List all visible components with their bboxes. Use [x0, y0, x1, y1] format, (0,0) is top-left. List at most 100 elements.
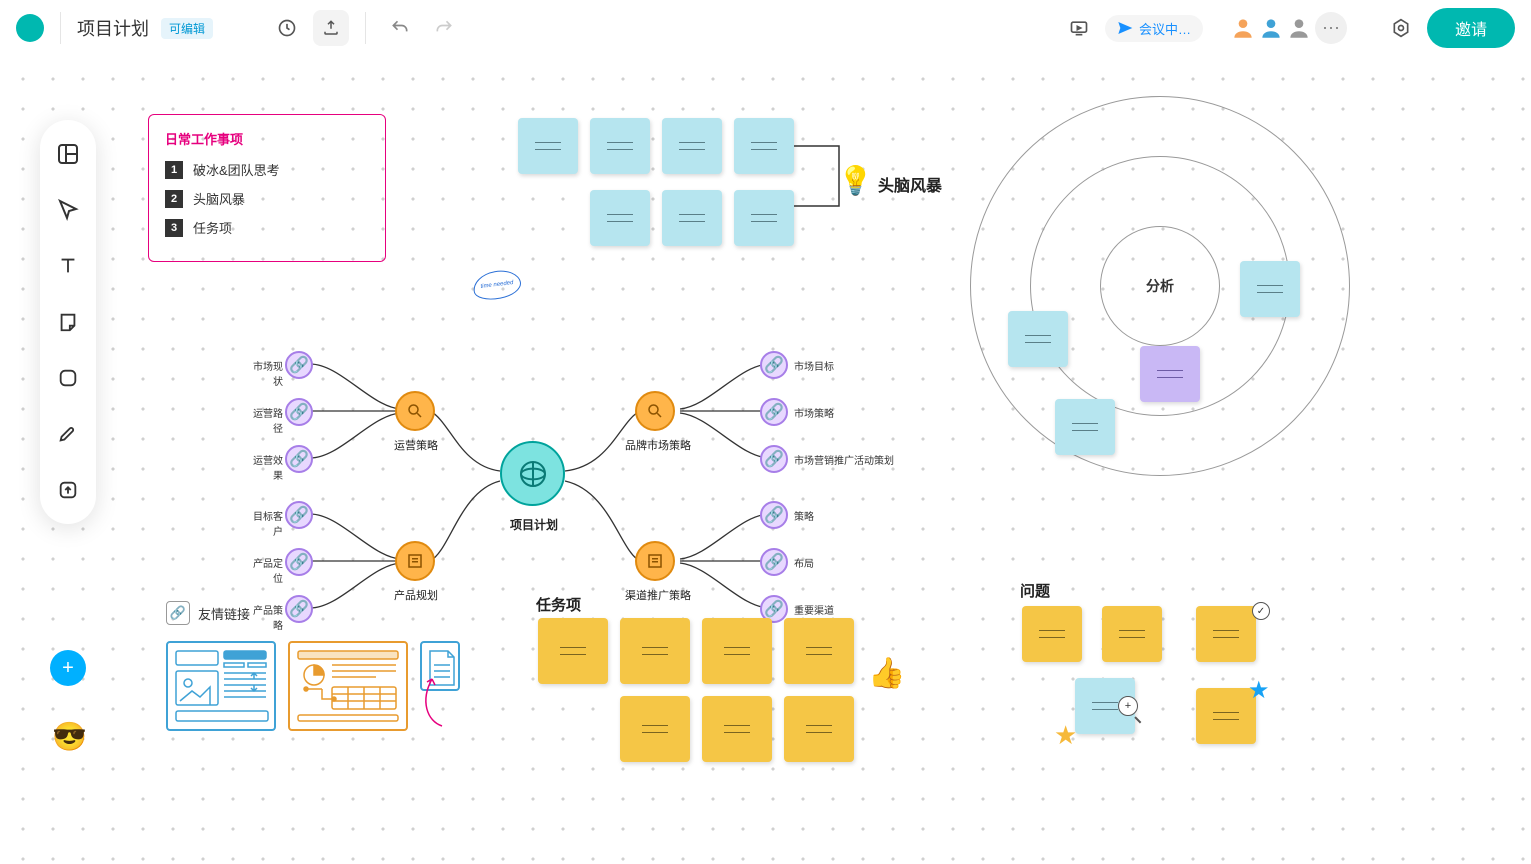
- text-tool-icon[interactable]: [54, 252, 82, 280]
- board-title[interactable]: 项目计划: [77, 15, 149, 41]
- collaborators[interactable]: ⋯: [1231, 12, 1347, 44]
- wireframe-card[interactable]: [166, 641, 276, 731]
- agenda-item-2[interactable]: 2 头脑风暴: [165, 189, 369, 208]
- sticky-tool-icon[interactable]: [54, 308, 82, 336]
- tasks-section-label: 任务项: [536, 594, 581, 615]
- mindmap-leaf-node[interactable]: 🔗: [760, 398, 788, 426]
- sticky-note[interactable]: [1022, 606, 1082, 662]
- undo-icon[interactable]: [382, 10, 418, 46]
- sticky-note[interactable]: [1140, 346, 1200, 402]
- sticky-note[interactable]: [518, 118, 578, 174]
- agenda-item-3[interactable]: 3 任务项: [165, 218, 369, 237]
- sticky-note[interactable]: [662, 118, 722, 174]
- thumbs-up-icon[interactable]: 👍: [868, 656, 905, 691]
- mindmap-branch-node[interactable]: [635, 541, 675, 581]
- sticky-note[interactable]: [590, 118, 650, 174]
- upload-tool-icon[interactable]: [54, 476, 82, 504]
- mindmap-leaf-label: 策略: [794, 508, 814, 523]
- lightbulb-icon[interactable]: 💡: [838, 164, 873, 197]
- template-tool-icon[interactable]: [54, 140, 82, 168]
- sticky-note[interactable]: [734, 190, 794, 246]
- sticky-note[interactable]: [702, 618, 772, 684]
- divider: [60, 12, 61, 44]
- meeting-status[interactable]: 会议中…: [1105, 15, 1203, 42]
- add-comment-button[interactable]: +: [50, 650, 86, 686]
- agenda-text: 任务项: [193, 218, 232, 237]
- zoom-icon[interactable]: +: [1118, 696, 1138, 716]
- number-badge: 2: [165, 190, 183, 208]
- check-icon[interactable]: ✓: [1252, 602, 1270, 620]
- sticky-note[interactable]: [1102, 606, 1162, 662]
- sticky-note[interactable]: [590, 190, 650, 246]
- shape-tool-icon[interactable]: [54, 364, 82, 392]
- draw-tool-icon[interactable]: [54, 420, 82, 448]
- mindmap-leaf-node[interactable]: 🔗: [285, 445, 313, 473]
- wireframe-card[interactable]: [288, 641, 408, 731]
- mindmap-leaf-node[interactable]: 🔗: [285, 548, 313, 576]
- mindmap-branch-label: 运营策略: [393, 437, 439, 453]
- sticky-note[interactable]: [702, 696, 772, 762]
- top-toolbar: 项目计划 可编辑 会议中… ⋯ 邀请: [0, 0, 1531, 56]
- history-icon[interactable]: [269, 10, 305, 46]
- mindmap-leaf-node[interactable]: 🔗: [760, 548, 788, 576]
- agenda-item-1[interactable]: 1破冰&团队思考: [165, 160, 369, 179]
- redo-icon[interactable]: [426, 10, 462, 46]
- mindmap-leaf-label: 市场现状: [245, 358, 283, 388]
- sticky-note[interactable]: [1008, 311, 1068, 367]
- mindmap-leaf-label: 市场目标: [794, 358, 834, 373]
- select-tool-icon[interactable]: [54, 196, 82, 224]
- export-icon[interactable]: [313, 10, 349, 46]
- mindmap-leaf-label: 重要渠道: [794, 602, 834, 617]
- mindmap-leaf-node[interactable]: 🔗: [285, 351, 313, 379]
- mindmap-leaf-node[interactable]: 🔗: [285, 501, 313, 529]
- sticky-note[interactable]: [1196, 688, 1256, 744]
- edit-status-badge[interactable]: 可编辑: [161, 18, 213, 39]
- mindmap-diagram[interactable]: 项目计划 运营策略 产品规划 品牌市场策略 渠道推广策略 🔗市场现状 🔗运营路径…: [200, 291, 900, 641]
- sticky-note[interactable]: [784, 618, 854, 684]
- mindmap-leaf-node[interactable]: 🔗: [760, 445, 788, 473]
- mindmap-leaf-label: 运营路径: [245, 405, 283, 435]
- sticky-note[interactable]: [662, 190, 722, 246]
- star-icon[interactable]: ★: [1054, 720, 1077, 751]
- annotation-text: time needed: [480, 280, 514, 290]
- app-logo[interactable]: [16, 14, 44, 42]
- number-badge: 1: [165, 161, 183, 179]
- arrow-icon: [412, 671, 452, 731]
- mindmap-leaf-label: 目标客户: [245, 508, 283, 538]
- mindmap-branch-node[interactable]: [635, 391, 675, 431]
- mindmap-center-node[interactable]: [500, 441, 565, 506]
- sticky-note[interactable]: [1055, 399, 1115, 455]
- mindmap-leaf-label: 市场策略: [794, 405, 834, 420]
- more-users-icon[interactable]: ⋯: [1315, 12, 1347, 44]
- sticky-note[interactable]: [1240, 261, 1300, 317]
- sticky-note[interactable]: [734, 118, 794, 174]
- sticky-note[interactable]: [784, 696, 854, 762]
- mindmap-leaf-label: 布局: [794, 555, 814, 570]
- star-icon[interactable]: ★: [1248, 676, 1270, 705]
- problems-section-label: 问题: [1020, 580, 1050, 601]
- sticky-note[interactable]: [620, 618, 690, 684]
- brainstorm-label: 头脑风暴: [878, 172, 942, 196]
- mindmap-leaf-node[interactable]: 🔗: [760, 501, 788, 529]
- number-badge: 3: [165, 219, 183, 237]
- agenda-panel[interactable]: 日常工作事项 1破冰&团队思考 2头脑风暴 3任务项: [148, 114, 386, 262]
- mindmap-branch-node[interactable]: [395, 391, 435, 431]
- links-section[interactable]: 🔗友情链接: [166, 601, 460, 731]
- sticky-note[interactable]: [1196, 606, 1256, 662]
- analysis-label: 分析: [1146, 276, 1174, 296]
- link-icon: 🔗: [166, 601, 190, 625]
- mindmap-leaf-label: 运营效果: [245, 452, 283, 482]
- settings-icon[interactable]: [1383, 10, 1419, 46]
- mindmap-leaf-node[interactable]: 🔗: [760, 351, 788, 379]
- mindmap-branch-node[interactable]: [395, 541, 435, 581]
- avatar-user-3[interactable]: [1283, 12, 1315, 44]
- mindmap-branch-label: 渠道推广策略: [620, 587, 696, 603]
- mindmap-leaf-node[interactable]: 🔗: [285, 398, 313, 426]
- presentation-icon[interactable]: [1061, 10, 1097, 46]
- agenda-text: 头脑风暴: [193, 189, 245, 208]
- canvas-area[interactable]: 日常工作事项 1破冰&团队思考 2头脑风暴 3任务项 time needed 💡…: [0, 56, 1531, 864]
- reactions-button[interactable]: 😎: [52, 720, 87, 753]
- sticky-note[interactable]: [538, 618, 608, 684]
- sticky-note[interactable]: [620, 696, 690, 762]
- invite-button[interactable]: 邀请: [1427, 8, 1515, 48]
